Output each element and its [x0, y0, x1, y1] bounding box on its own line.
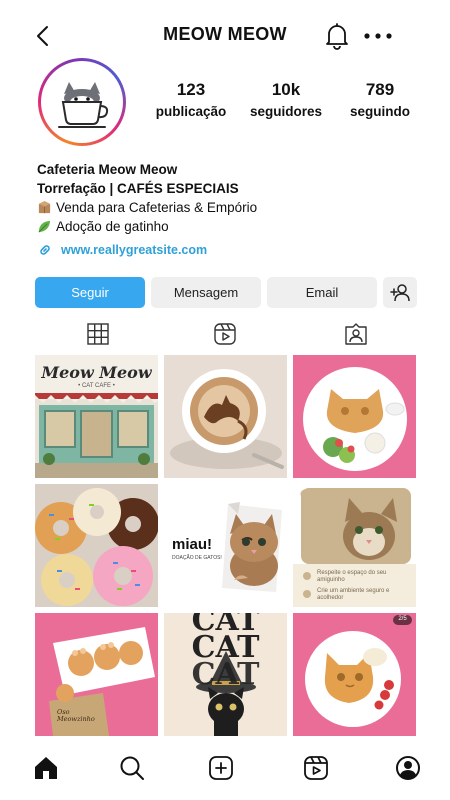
post-miau-sub: DOAÇÃO DE GATOS!: [172, 555, 222, 561]
bio-line-2: Adoção de gatinho: [37, 217, 427, 236]
profile-stats: 123 publicação 10k seguidores 789 seguin…: [150, 80, 420, 130]
profile-bio: Cafeteria Meow Meow Torrefação | CAFÉS E…: [37, 160, 427, 236]
avatar[interactable]: [38, 58, 126, 146]
post-latte-art[interactable]: [164, 355, 287, 478]
tagged-icon[interactable]: [344, 322, 368, 346]
bio-line-1: Venda para Cafeterias & Empório: [37, 198, 427, 217]
leaf-icon: [38, 220, 51, 233]
stat-following[interactable]: 789 seguindo: [340, 80, 420, 119]
post-carousel-badge: 2/5: [398, 616, 407, 622]
post-miau-adoption[interactable]: miau! DOAÇÃO DE GATOS!: [164, 484, 287, 607]
stat-followers-value: 10k: [271, 80, 301, 99]
grid-icon[interactable]: [86, 322, 110, 346]
home-icon[interactable]: [32, 754, 60, 782]
stat-followers[interactable]: 10k seguidores: [242, 80, 330, 119]
post-cafe-sign: Meow Meow: [41, 363, 152, 382]
post-cat-word-3: CAT: [191, 657, 260, 692]
profile-actions: Seguir Mensagem Email: [35, 277, 417, 309]
stat-following-label: seguindo: [350, 104, 410, 119]
bio-line-2-text: Adoção de gatinho: [56, 219, 169, 234]
post-paw-waffles[interactable]: Oso Meowzinho: [35, 613, 158, 736]
package-icon: [38, 200, 51, 214]
post-cat-waffle[interactable]: [293, 355, 416, 478]
post-cafe-sign-sub: • CAT CAFE •: [78, 383, 115, 389]
reels-icon[interactable]: [213, 322, 237, 346]
link-icon: [40, 245, 50, 255]
bell-icon[interactable]: [324, 22, 350, 50]
top-bar: MEOW MEOW: [0, 18, 450, 54]
bio-name: Cafeteria Meow Meow: [37, 162, 178, 177]
bio-link-text[interactable]: www.reallygreatsite.com: [61, 243, 207, 257]
stat-posts[interactable]: 123 publicação: [150, 80, 232, 119]
more-icon[interactable]: [362, 26, 394, 46]
bio-link[interactable]: www.reallygreatsite.com: [37, 242, 207, 258]
stat-posts-label: publicação: [155, 104, 227, 119]
post-cat-pancake[interactable]: 2/5: [293, 613, 416, 736]
post-miau-title: miau!: [172, 536, 213, 553]
post-grid: Meow Meow • CAT CAFE • miau! DOAÇÃO DE G…: [35, 355, 417, 739]
stat-posts-value: 123: [176, 80, 206, 99]
bio-tagline: Torrefação | CAFÉS ESPECIAIS: [37, 181, 239, 196]
post-cat-tips[interactable]: Respeite o espaço do seu amiguinho Crie …: [293, 484, 416, 607]
profile-tabs: [0, 322, 450, 348]
post-donuts[interactable]: [35, 484, 158, 607]
post-cafe-storefront[interactable]: Meow Meow • CAT CAFE •: [35, 355, 158, 478]
stat-following-value: 789: [365, 80, 395, 99]
bio-line-1-text: Venda para Cafeterias & Empório: [56, 200, 258, 215]
add-user-button[interactable]: [383, 277, 417, 308]
post-tips-2: Crie um ambiente seguro e acolhedor: [317, 588, 390, 601]
profile-icon[interactable]: [394, 754, 422, 782]
follow-button[interactable]: Seguir: [35, 277, 145, 308]
post-cat-wizard[interactable]: CAT CAT CAT: [164, 613, 287, 736]
search-icon[interactable]: [118, 754, 146, 782]
post-tips-1: Respeite o espaço do seu amiguinho: [317, 570, 387, 583]
stat-followers-label: seguidores: [249, 104, 323, 119]
post-waffle-bag: Oso Meowzinho: [57, 708, 95, 723]
add-icon[interactable]: [207, 754, 235, 782]
bottom-nav: [0, 750, 450, 790]
email-button[interactable]: Email: [267, 277, 377, 308]
reels-icon[interactable]: [302, 754, 330, 782]
cat-cup-logo-icon: [58, 82, 109, 128]
message-button[interactable]: Mensagem: [151, 277, 261, 308]
add-user-icon: [390, 283, 410, 301]
